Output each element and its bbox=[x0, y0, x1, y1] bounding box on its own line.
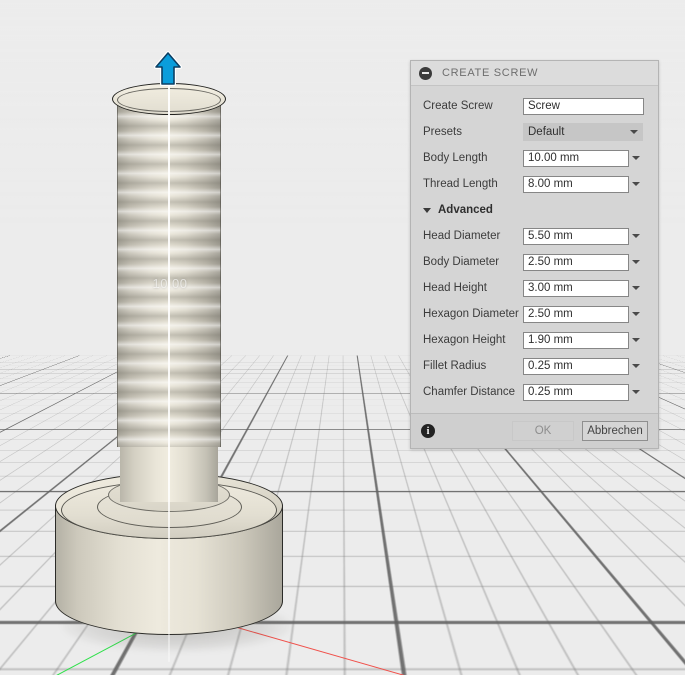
input-hexagon-height[interactable]: 1.90 mm bbox=[523, 332, 629, 349]
input-body-length[interactable]: 10.00 mm bbox=[523, 150, 629, 167]
input-fillet-radius[interactable]: 0.25 mm bbox=[523, 358, 629, 375]
label-body-length: Body Length bbox=[423, 152, 523, 164]
label-head-diameter: Head Diameter bbox=[423, 230, 523, 242]
stepper-hexagon-diameter[interactable] bbox=[629, 306, 642, 323]
info-icon[interactable]: i bbox=[421, 424, 435, 438]
input-head-height[interactable]: 3.00 mm bbox=[523, 280, 629, 297]
section-advanced-label: Advanced bbox=[438, 204, 493, 216]
input-create-screw[interactable]: Screw bbox=[523, 98, 644, 115]
label-hexagon-diameter: Hexagon Diameter bbox=[423, 308, 523, 320]
select-presets-value: Default bbox=[528, 126, 564, 138]
label-presets: Presets bbox=[423, 126, 523, 138]
dialog-body: Create Screw Screw Presets Default Body … bbox=[411, 86, 658, 413]
create-screw-dialog[interactable]: CREATE SCREW Create Screw Screw Presets … bbox=[410, 60, 659, 449]
label-thread-length: Thread Length bbox=[423, 178, 523, 190]
row-head-diameter: Head Diameter 5.50 mm bbox=[411, 223, 658, 249]
arrow-up-icon[interactable] bbox=[150, 50, 186, 90]
label-head-height: Head Height bbox=[423, 282, 523, 294]
input-head-diameter[interactable]: 5.50 mm bbox=[523, 228, 629, 245]
input-fillet-radius-value: 0.25 mm bbox=[528, 360, 573, 372]
stepper-fillet-radius[interactable] bbox=[629, 358, 642, 375]
input-hexagon-diameter-value: 2.50 mm bbox=[528, 308, 573, 320]
row-hexagon-height: Hexagon Height 1.90 mm bbox=[411, 327, 658, 353]
manipulator-axis-line bbox=[168, 72, 170, 662]
dialog-footer: i OK Abbrechen bbox=[411, 413, 658, 448]
input-hexagon-diameter[interactable]: 2.50 mm bbox=[523, 306, 629, 323]
input-head-diameter-value: 5.50 mm bbox=[528, 230, 573, 242]
screw-model[interactable]: 10.00 bbox=[0, 0, 330, 675]
stepper-head-height[interactable] bbox=[629, 280, 642, 297]
input-create-screw-value: Screw bbox=[528, 100, 560, 112]
chevron-down-icon bbox=[632, 260, 640, 264]
stepper-body-diameter[interactable] bbox=[629, 254, 642, 271]
stepper-head-diameter[interactable] bbox=[629, 228, 642, 245]
input-thread-length[interactable]: 8.00 mm bbox=[523, 176, 629, 193]
row-presets: Presets Default bbox=[411, 119, 658, 145]
input-chamfer-distance-value: 0.25 mm bbox=[528, 386, 573, 398]
shaft-edge-left bbox=[117, 97, 118, 447]
chevron-down-icon bbox=[632, 234, 640, 238]
row-thread-length: Thread Length 8.00 mm bbox=[411, 171, 658, 197]
dimension-label: 10.00 bbox=[140, 276, 200, 291]
row-create-screw: Create Screw Screw bbox=[411, 93, 658, 119]
chevron-down-icon bbox=[632, 156, 640, 160]
cancel-button[interactable]: Abbrechen bbox=[582, 421, 648, 441]
input-body-diameter-value: 2.50 mm bbox=[528, 256, 573, 268]
triangle-down-icon bbox=[423, 208, 431, 213]
chevron-down-icon bbox=[632, 312, 640, 316]
label-body-diameter: Body Diameter bbox=[423, 256, 523, 268]
input-chamfer-distance[interactable]: 0.25 mm bbox=[523, 384, 629, 401]
label-hexagon-height: Hexagon Height bbox=[423, 334, 523, 346]
chevron-down-icon bbox=[632, 182, 640, 186]
row-hexagon-diameter: Hexagon Diameter 2.50 mm bbox=[411, 301, 658, 327]
dialog-title: CREATE SCREW bbox=[442, 67, 538, 79]
input-body-length-value: 10.00 mm bbox=[528, 152, 579, 164]
minus-circle-icon[interactable] bbox=[419, 67, 432, 80]
stepper-chamfer-distance[interactable] bbox=[629, 384, 642, 401]
input-hexagon-height-value: 1.90 mm bbox=[528, 334, 573, 346]
chevron-down-icon bbox=[632, 338, 640, 342]
stepper-thread-length[interactable] bbox=[629, 176, 642, 193]
row-fillet-radius: Fillet Radius 0.25 mm bbox=[411, 353, 658, 379]
input-head-height-value: 3.00 mm bbox=[528, 282, 573, 294]
input-body-diameter[interactable]: 2.50 mm bbox=[523, 254, 629, 271]
input-thread-length-value: 8.00 mm bbox=[528, 178, 573, 190]
chevron-down-icon bbox=[632, 390, 640, 394]
dialog-buttons: OK Abbrechen bbox=[512, 421, 648, 441]
label-fillet-radius: Fillet Radius bbox=[423, 360, 523, 372]
chevron-down-icon bbox=[632, 364, 640, 368]
label-chamfer-distance: Chamfer Distance bbox=[423, 386, 523, 398]
dialog-title-bar[interactable]: CREATE SCREW bbox=[411, 61, 658, 86]
row-body-diameter: Body Diameter 2.50 mm bbox=[411, 249, 658, 275]
stepper-hexagon-height[interactable] bbox=[629, 332, 642, 349]
label-create-screw: Create Screw bbox=[423, 100, 523, 112]
row-head-height: Head Height 3.00 mm bbox=[411, 275, 658, 301]
select-presets[interactable]: Default bbox=[523, 123, 643, 141]
ok-button[interactable]: OK bbox=[512, 421, 574, 441]
row-chamfer-distance: Chamfer Distance 0.25 mm bbox=[411, 379, 658, 405]
stepper-body-length[interactable] bbox=[629, 150, 642, 167]
row-body-length: Body Length 10.00 mm bbox=[411, 145, 658, 171]
section-advanced[interactable]: Advanced bbox=[411, 197, 658, 223]
shaft-edge-right bbox=[220, 97, 221, 447]
chevron-down-icon bbox=[632, 286, 640, 290]
chevron-down-icon bbox=[630, 130, 638, 134]
